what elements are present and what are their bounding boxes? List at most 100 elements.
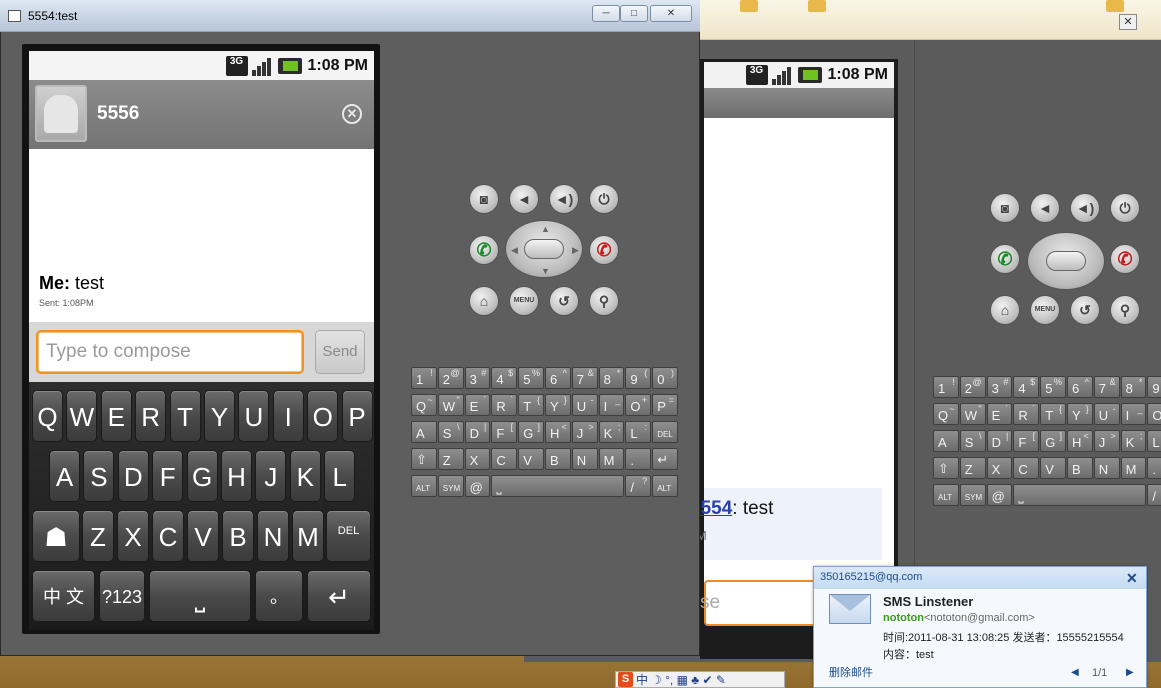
- hwkey-h[interactable]: H <: [545, 421, 571, 443]
- hwkey-j[interactable]: J >: [571, 421, 598, 443]
- hwkey-del[interactable]: DEL: [652, 421, 678, 443]
- hwkey-j[interactable]: J >: [1093, 430, 1120, 452]
- hwkey-slash[interactable]: /?: [625, 475, 652, 497]
- key-y[interactable]: Y: [204, 390, 235, 442]
- call-button[interactable]: ✆: [990, 244, 1020, 274]
- hwkey-k[interactable]: K;: [1120, 430, 1147, 452]
- key-h[interactable]: H: [221, 450, 252, 502]
- hwkey-8[interactable]: 8 *: [1120, 376, 1147, 398]
- hwkey-v[interactable]: V: [518, 448, 544, 470]
- hwkey-s[interactable]: S \: [437, 421, 464, 443]
- hwkey-4[interactable]: 4 $: [491, 367, 518, 389]
- hwkey-.[interactable]: .: [625, 448, 652, 470]
- key-i[interactable]: I: [272, 390, 304, 442]
- volume-up-button[interactable]: ◄): [549, 184, 579, 214]
- hwkey-at[interactable]: @: [986, 484, 1013, 506]
- dpad-center-button[interactable]: [1046, 251, 1086, 271]
- hwkey-sym[interactable]: SYM: [437, 475, 464, 497]
- hwkey-m[interactable]: M: [598, 448, 625, 470]
- dpad[interactable]: [1027, 232, 1105, 290]
- dpad-center-button[interactable]: [524, 239, 564, 259]
- home-button[interactable]: ⌂: [990, 295, 1020, 325]
- hwkey-s[interactable]: S \: [959, 430, 986, 452]
- hwkey-y[interactable]: Y}: [1067, 403, 1093, 425]
- delete-key[interactable]: DEL: [326, 510, 371, 562]
- key-q[interactable]: Q: [32, 390, 63, 442]
- camera-button[interactable]: ◙: [990, 193, 1020, 223]
- key-o[interactable]: O: [307, 390, 339, 442]
- hwkey-6[interactable]: 6 ^: [1067, 376, 1093, 398]
- space-key[interactable]: ⎵: [149, 570, 251, 622]
- key-e[interactable]: E: [100, 390, 132, 442]
- hwkey-8[interactable]: 8 *: [598, 367, 625, 389]
- language-key[interactable]: 中 文: [32, 570, 95, 622]
- prev-icon[interactable]: ◀: [1071, 667, 1079, 678]
- hwkey-d[interactable]: D |: [464, 421, 491, 443]
- hwkey-e[interactable]: E ´: [986, 403, 1013, 425]
- key-f[interactable]: F: [152, 450, 184, 502]
- conversation-list[interactable]: [29, 149, 374, 322]
- next-icon[interactable]: ▶: [1126, 667, 1134, 678]
- hwkey-i[interactable]: I _: [598, 394, 625, 416]
- hwkey-n[interactable]: N: [571, 448, 598, 470]
- key-b[interactable]: B: [222, 510, 254, 562]
- hwkey-7[interactable]: 7 &: [1093, 376, 1120, 398]
- hwkey-w[interactable]: W ": [437, 394, 464, 416]
- hwkey-7[interactable]: 7 &: [571, 367, 598, 389]
- key-c[interactable]: C: [152, 510, 184, 562]
- key-j[interactable]: J: [255, 450, 287, 502]
- hwkey-a[interactable]: A: [411, 421, 437, 443]
- hwkey-6[interactable]: 6 ^: [545, 367, 571, 389]
- call-button[interactable]: ✆: [469, 235, 499, 265]
- camera-button[interactable]: ◙: [469, 184, 499, 214]
- hwkey-b[interactable]: B: [545, 448, 571, 470]
- android-icon[interactable]: ☗: [32, 510, 80, 562]
- hwkey-z[interactable]: Z: [959, 457, 986, 479]
- hwkey-r[interactable]: R `: [1013, 403, 1040, 425]
- hwkey-p[interactable]: P =: [652, 394, 678, 416]
- dpad-left-icon[interactable]: ◀: [511, 245, 518, 256]
- volume-down-button[interactable]: ◄: [509, 184, 539, 214]
- key-r[interactable]: R: [135, 390, 167, 442]
- key-u[interactable]: U: [238, 390, 270, 442]
- hwkey-x[interactable]: X: [464, 448, 491, 470]
- hwkey-e[interactable]: E ´: [464, 394, 491, 416]
- close-icon[interactable]: ✕: [1126, 570, 1138, 587]
- ime-language[interactable]: 中: [636, 671, 648, 688]
- hwkey-sym[interactable]: SYM: [959, 484, 986, 506]
- volume-down-button[interactable]: ◄: [1030, 193, 1060, 223]
- space-key[interactable]: ⎵: [1013, 484, 1147, 506]
- hwkey-w[interactable]: W ": [959, 403, 986, 425]
- key-p[interactable]: P: [341, 390, 373, 442]
- dpad[interactable]: ▲ ▼ ◀ ▶: [505, 220, 583, 278]
- enter-key[interactable]: ↵: [652, 448, 678, 470]
- back-button[interactable]: ↺: [1070, 295, 1100, 325]
- hwkey-q[interactable]: Q ~: [411, 394, 437, 416]
- hwkey-a[interactable]: A: [933, 430, 959, 452]
- hwkey-f[interactable]: F[: [491, 421, 518, 443]
- space-key[interactable]: ⎵: [491, 475, 625, 497]
- ime-toolbar[interactable]: S 中 ☽ °, ▦ ♣ ✔ ✎: [615, 671, 785, 688]
- dpad-up-icon[interactable]: ▲: [541, 224, 550, 234]
- hwkey-g[interactable]: G]: [1040, 430, 1066, 452]
- hwkey-o[interactable]: O+: [625, 394, 652, 416]
- hwkey-v[interactable]: V: [1040, 457, 1066, 479]
- hwkey-l[interactable]: L:: [1147, 430, 1161, 452]
- key-z[interactable]: Z: [82, 510, 114, 562]
- close-button[interactable]: ✕: [650, 5, 692, 22]
- power-button[interactable]: ⏻: [1110, 193, 1140, 223]
- key-k[interactable]: K: [289, 450, 321, 502]
- send-button[interactable]: Send: [315, 330, 365, 374]
- enter-key[interactable]: ↵: [307, 570, 371, 622]
- hwkey-f[interactable]: F[: [1013, 430, 1040, 452]
- hwkey-alt-right[interactable]: ALT: [652, 475, 678, 497]
- minimize-button[interactable]: ─: [592, 5, 620, 22]
- key-x[interactable]: X: [117, 510, 149, 562]
- search-button[interactable]: ⚲: [589, 286, 619, 316]
- close-icon[interactable]: ✕: [342, 104, 362, 124]
- hwkey-t[interactable]: T{: [518, 394, 544, 416]
- key-d[interactable]: D: [117, 450, 149, 502]
- key-v[interactable]: V: [187, 510, 219, 562]
- hwkey-2[interactable]: 2 @: [437, 367, 464, 389]
- shift-icon[interactable]: ⇧: [411, 448, 437, 470]
